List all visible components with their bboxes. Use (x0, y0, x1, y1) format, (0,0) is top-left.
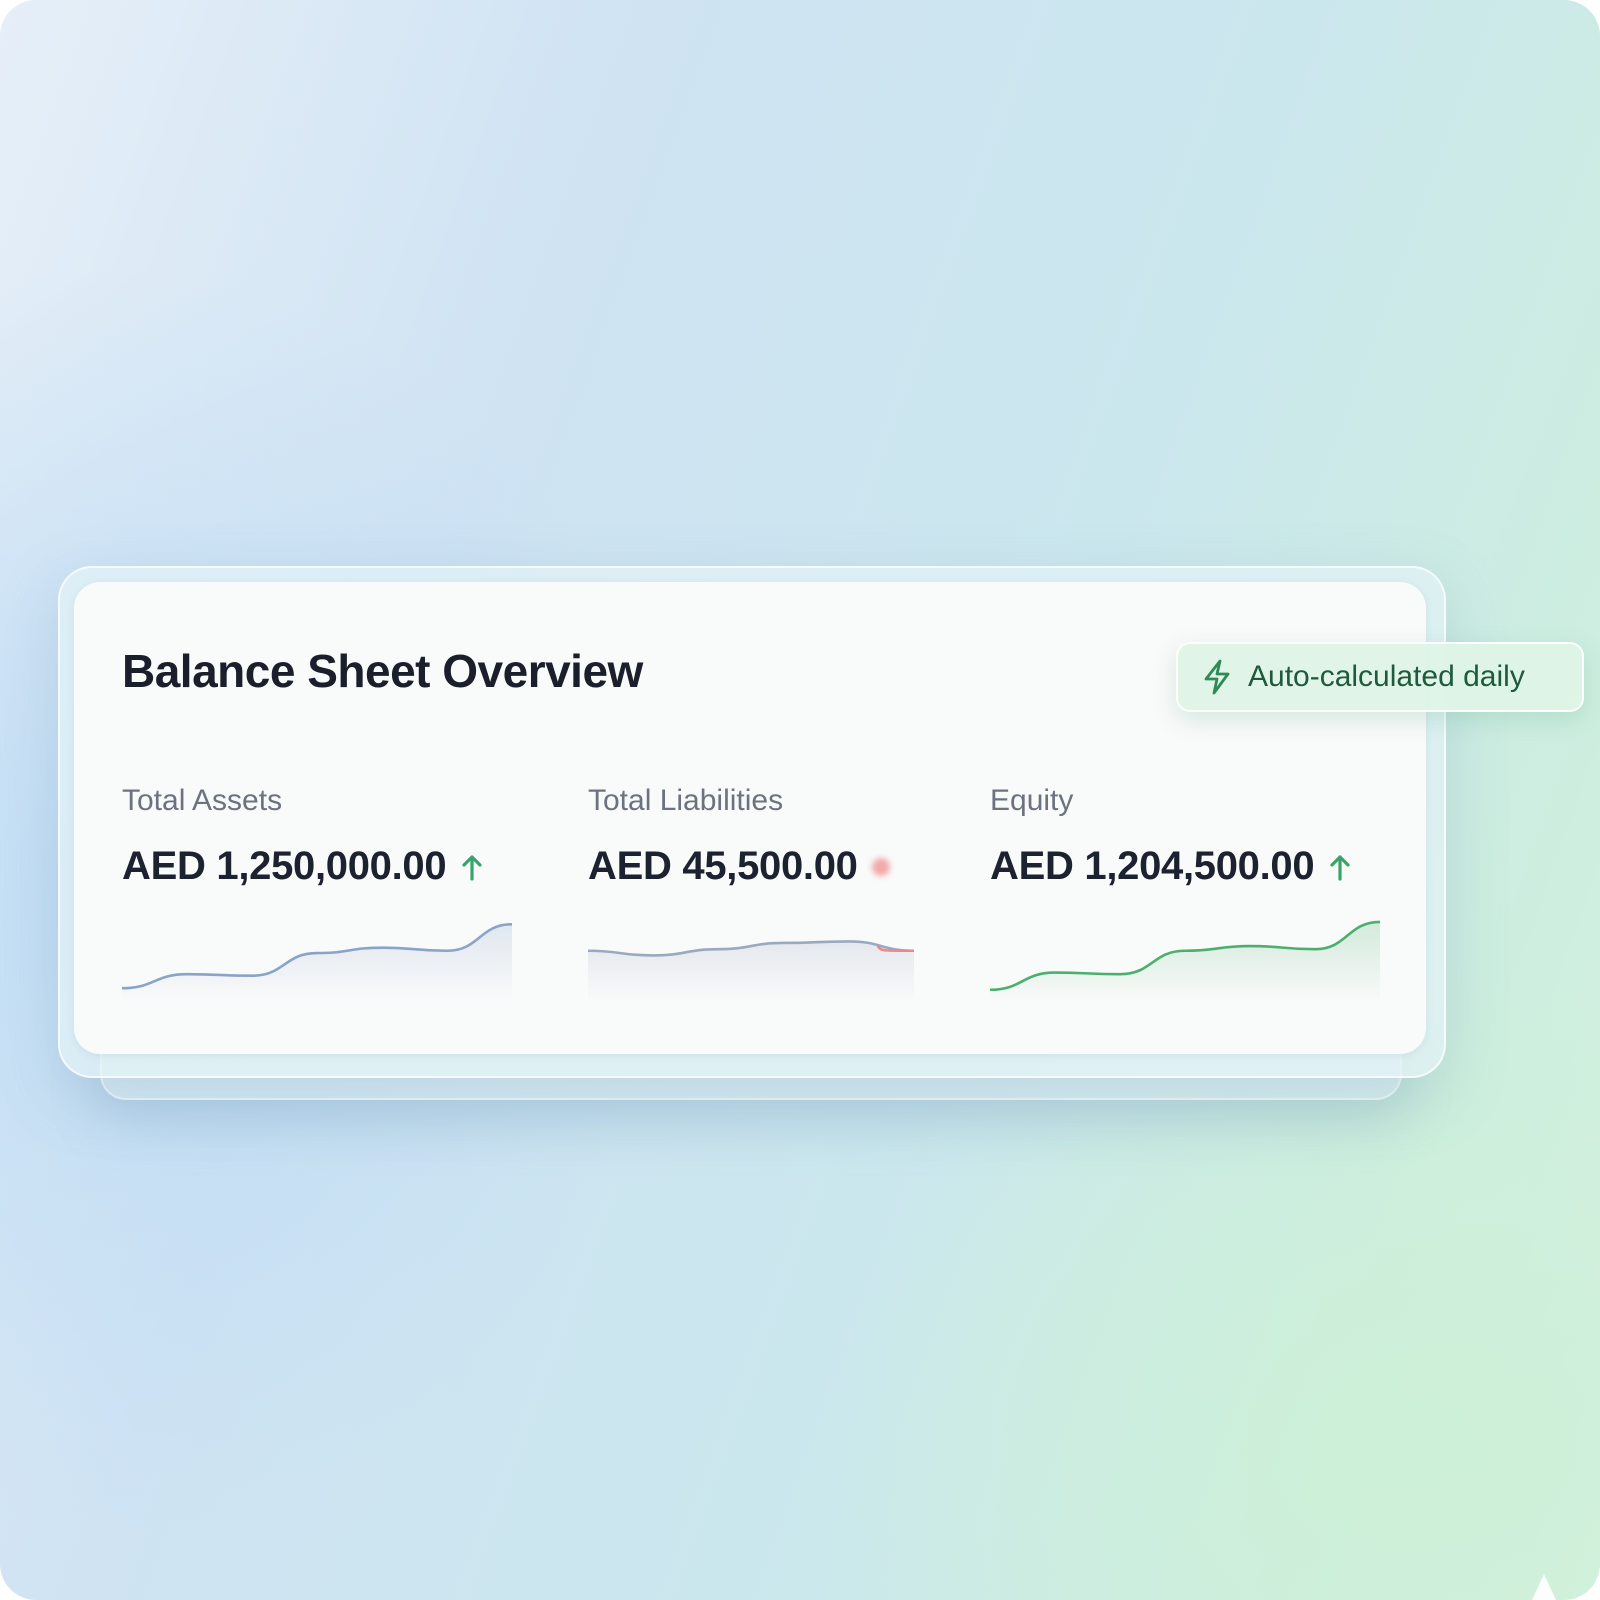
metric-value: AED 1,250,000.00 (122, 844, 447, 888)
sparkline-equity (990, 920, 1380, 1002)
corner-decoration (1532, 1574, 1556, 1600)
metric-value: AED 1,204,500.00 (990, 844, 1315, 888)
badge-label: Auto-calculated daily (1248, 660, 1525, 693)
sparkline-total-assets (122, 922, 512, 1002)
auto-calculated-badge: Auto-calculated daily (1176, 642, 1584, 712)
arrow-up-icon (1330, 854, 1350, 881)
metric-value: AED 45,500.00 (588, 844, 858, 888)
arrow-up-icon (462, 854, 482, 881)
metric-total-assets: Total Assets AED 1,250,000.00 (122, 784, 484, 889)
sparkline-area (588, 941, 914, 1002)
metric-label: Total Assets (122, 784, 283, 817)
metric-label: Total Liabilities (588, 784, 784, 817)
metric-total-liabilities: Total Liabilities AED 45,500.00 (588, 784, 890, 889)
sparkline-area (122, 924, 512, 1002)
metric-value-row: AED 45,500.00 (588, 844, 890, 889)
red-dot-indicator (871, 857, 890, 876)
metric-value-row: AED 1,250,000.00 (122, 844, 484, 889)
metric-value-row: AED 1,204,500.00 (990, 844, 1352, 889)
sparkline-total-liabilities (588, 940, 914, 1002)
metric-label: Equity (990, 784, 1074, 817)
card-title: Balance Sheet Overview (122, 645, 643, 697)
lightning-bolt-icon (1204, 659, 1230, 695)
sparkline-area (990, 921, 1380, 1002)
metric-equity: Equity AED 1,204,500.00 (990, 784, 1352, 889)
page-background: Balance Sheet Overview Total Assets AED … (0, 0, 1600, 1600)
